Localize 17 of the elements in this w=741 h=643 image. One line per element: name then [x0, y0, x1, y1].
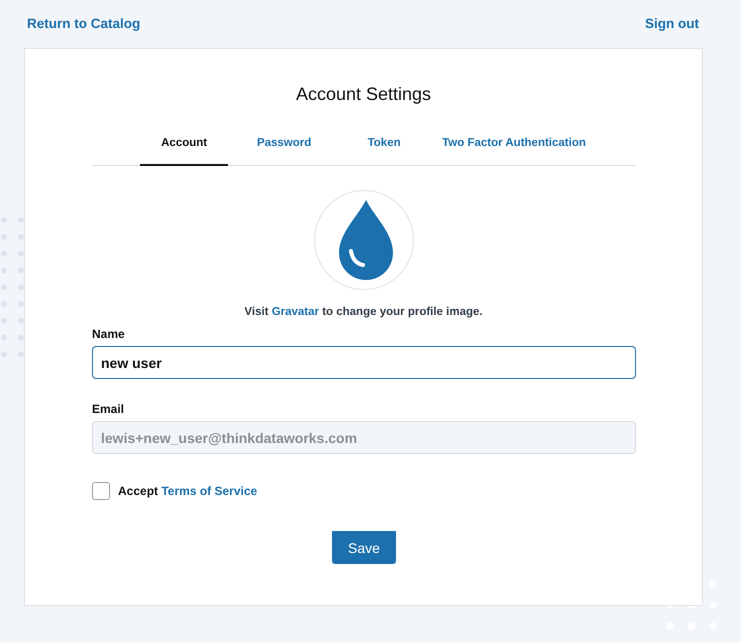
tab[interactable]: Password: [240, 122, 328, 166]
terms-label: Accept Terms of Service: [118, 484, 258, 498]
gravatar-link[interactable]: Gravatar: [272, 306, 319, 318]
water-drop-icon: [314, 190, 414, 290]
tab[interactable]: Account: [140, 122, 228, 166]
tab[interactable]: Two Factor Authentication: [440, 122, 588, 166]
sign-out-link[interactable]: Sign out: [645, 15, 699, 33]
field-label: Email: [92, 402, 124, 416]
checkbox[interactable]: [92, 482, 110, 500]
save-button[interactable]: Save: [332, 531, 396, 564]
profile-image-hint: Visit Gravatar to change your profile image.: [244, 305, 483, 320]
field-label: Name: [92, 327, 125, 341]
return-to-catalog-link[interactable]: Return to Catalog: [27, 15, 140, 33]
tab[interactable]: Token: [340, 122, 428, 166]
terms-of-service-link[interactable]: Terms of Service: [161, 484, 258, 498]
page-title: Account Settings: [296, 83, 432, 106]
input-field[interactable]: new user: [92, 346, 636, 379]
